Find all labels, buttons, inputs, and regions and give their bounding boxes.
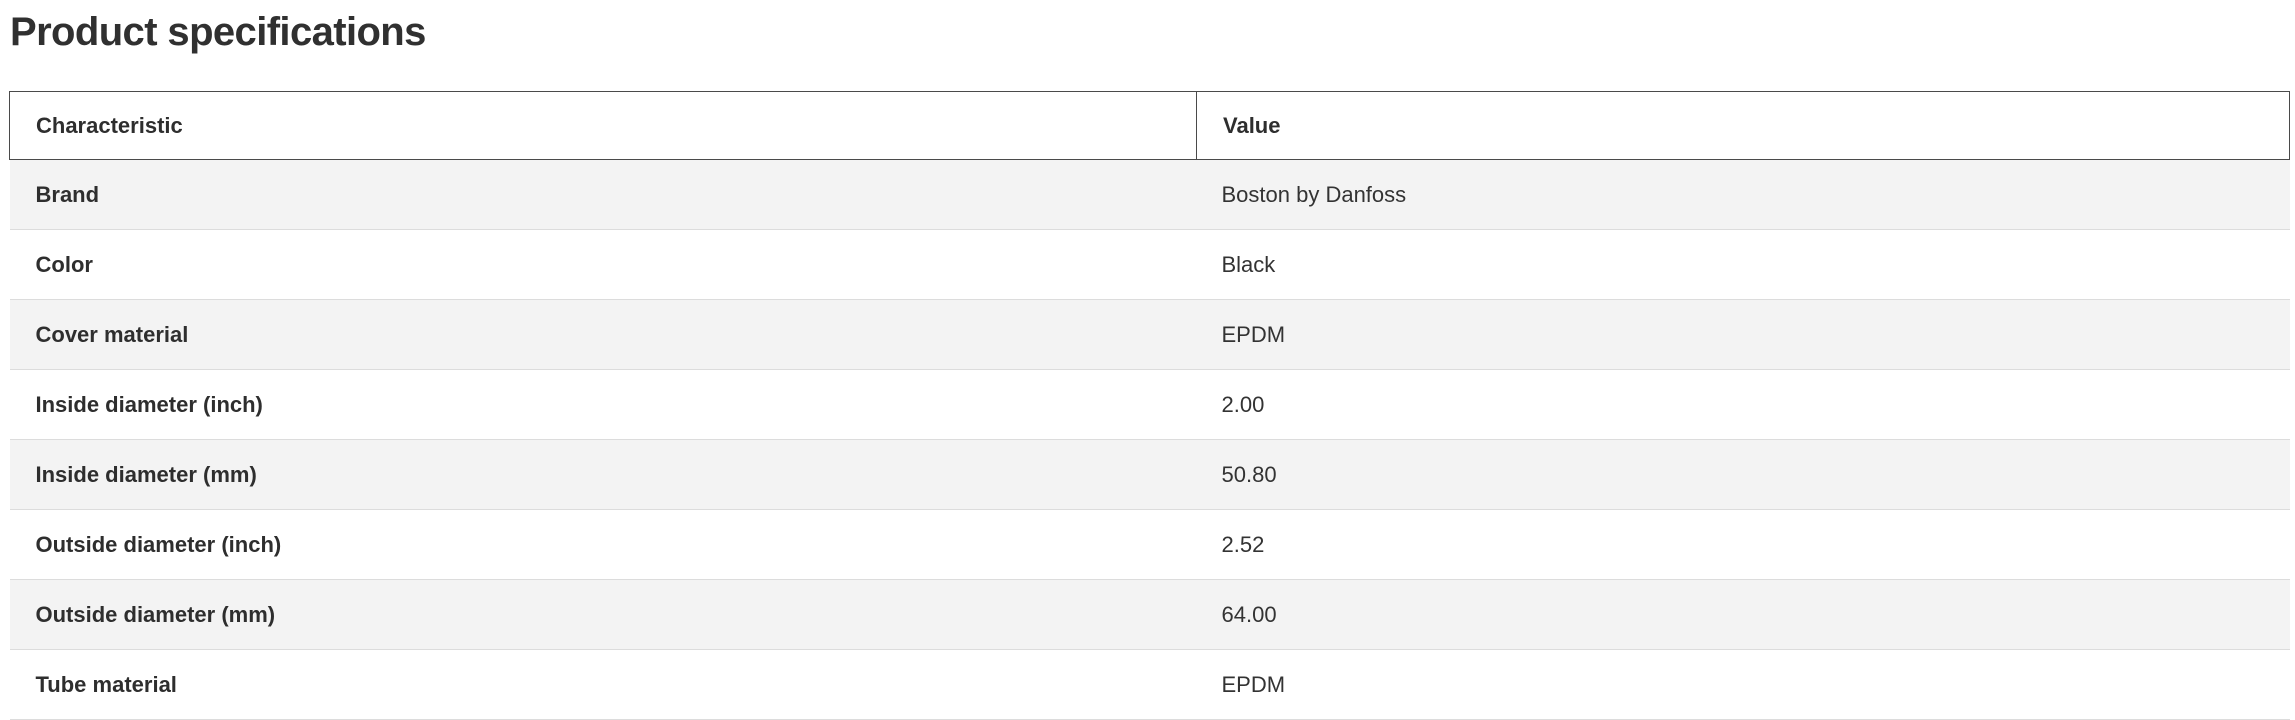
table-row: Brand Boston by Danfoss bbox=[9, 159, 2290, 230]
product-specifications-section: Product specifications Characteristic Va… bbox=[0, 0, 2295, 720]
value-cell: Boston by Danfoss bbox=[1196, 159, 2290, 230]
value-cell: 2.00 bbox=[1196, 369, 2290, 440]
value-cell: 64.00 bbox=[1196, 579, 2290, 650]
column-header-characteristic: Characteristic bbox=[9, 91, 1197, 160]
page-title: Product specifications bbox=[10, 10, 426, 54]
value-cell: 2.52 bbox=[1196, 509, 2290, 580]
table-body: Brand Boston by Danfoss Color Black Cove… bbox=[9, 159, 2290, 720]
table-row: Outside diameter (inch) 2.52 bbox=[9, 509, 2290, 580]
table-row: Cover material EPDM bbox=[9, 299, 2290, 370]
characteristic-cell: Inside diameter (inch) bbox=[9, 369, 1197, 440]
table-row: Outside diameter (mm) 64.00 bbox=[9, 579, 2290, 650]
specifications-table: Characteristic Value Brand Boston by Dan… bbox=[9, 91, 2290, 720]
table-header: Characteristic Value bbox=[9, 91, 2290, 160]
table-row: Tube material EPDM bbox=[9, 649, 2290, 720]
value-cell: Black bbox=[1196, 229, 2290, 300]
table-header-row: Characteristic Value bbox=[9, 91, 2290, 160]
value-cell: EPDM bbox=[1196, 299, 2290, 370]
characteristic-cell: Inside diameter (mm) bbox=[9, 439, 1197, 510]
table-row: Color Black bbox=[9, 229, 2290, 300]
value-cell: 50.80 bbox=[1196, 439, 2290, 510]
characteristic-cell: Brand bbox=[9, 159, 1197, 230]
characteristic-cell: Outside diameter (inch) bbox=[9, 509, 1197, 580]
characteristic-cell: Color bbox=[9, 229, 1197, 300]
characteristic-cell: Outside diameter (mm) bbox=[9, 579, 1197, 650]
column-header-value: Value bbox=[1196, 91, 2290, 160]
characteristic-cell: Cover material bbox=[9, 299, 1197, 370]
table-row: Inside diameter (mm) 50.80 bbox=[9, 439, 2290, 510]
table-row: Inside diameter (inch) 2.00 bbox=[9, 369, 2290, 440]
characteristic-cell: Tube material bbox=[9, 649, 1197, 720]
value-cell: EPDM bbox=[1196, 649, 2290, 720]
